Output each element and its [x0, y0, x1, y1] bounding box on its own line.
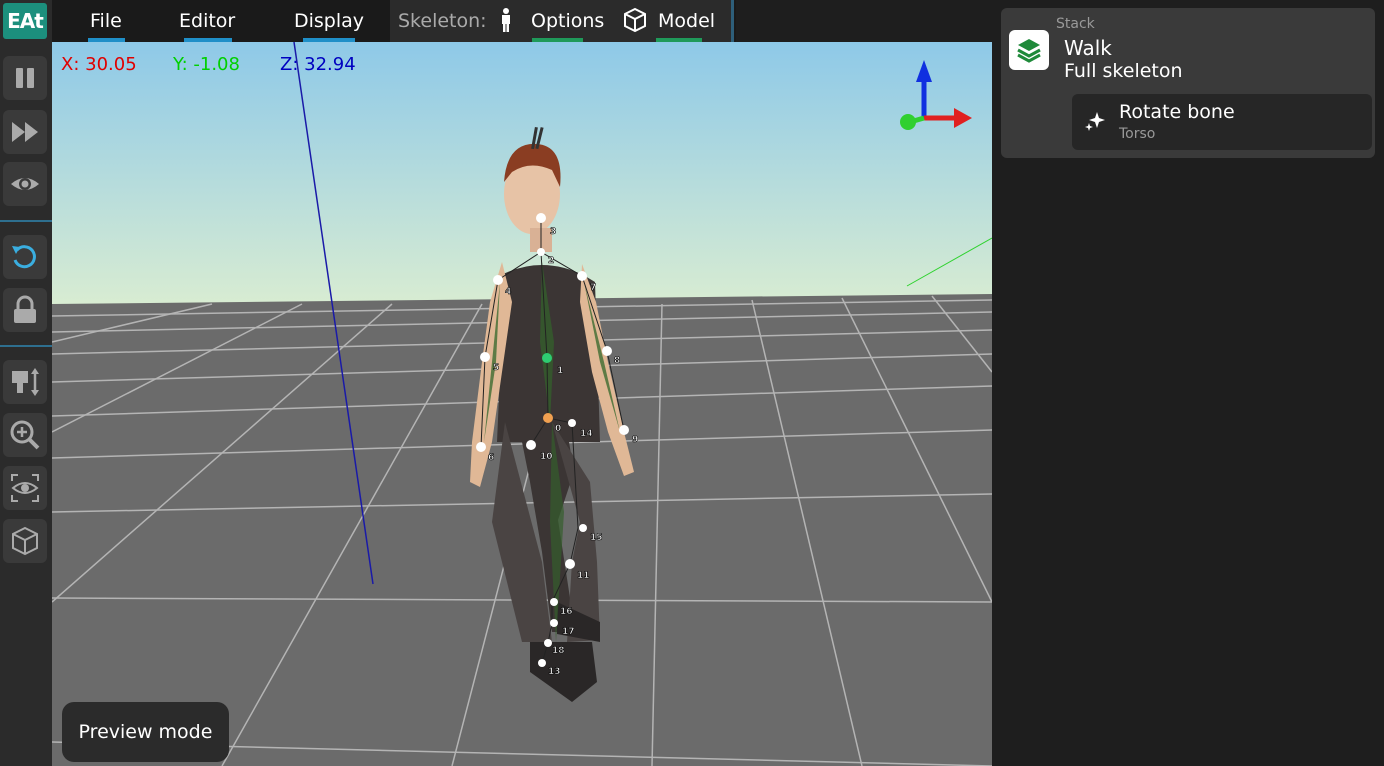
- menu-skeleton-options[interactable]: Options: [531, 0, 604, 42]
- coord-x: X: 30.05: [61, 54, 137, 75]
- bone-label: 8: [614, 356, 620, 366]
- bone-label: 13: [548, 667, 561, 677]
- focus-view-button[interactable]: [3, 466, 47, 510]
- bone-label: 7: [590, 283, 596, 293]
- bone-joint[interactable]: [476, 442, 486, 452]
- bone-label: 1: [557, 366, 563, 376]
- pause-button[interactable]: [3, 56, 47, 100]
- bone-label: 0: [555, 424, 561, 434]
- zoom-in-button[interactable]: [3, 413, 47, 457]
- bone-label: 4: [505, 287, 511, 297]
- preview-mode-badge[interactable]: Preview mode: [62, 702, 229, 762]
- bone-joint[interactable]: [536, 213, 546, 223]
- eye-icon: [11, 178, 39, 190]
- menu-file[interactable]: File: [90, 0, 122, 42]
- undo-icon: [12, 245, 36, 269]
- bone-label: 10: [540, 452, 553, 462]
- menu-display[interactable]: Display: [294, 0, 364, 42]
- person-icon: [502, 8, 510, 32]
- toolbar-divider: [0, 345, 52, 347]
- undo-button[interactable]: [3, 235, 47, 279]
- bone-joint[interactable]: [550, 619, 558, 627]
- bone-joint[interactable]: [579, 524, 587, 532]
- zoom-in-icon: [10, 420, 40, 450]
- bone-label: 17: [562, 627, 575, 637]
- bone-joint[interactable]: [619, 425, 629, 435]
- pause-icon: [16, 68, 34, 88]
- bone-joint-selected[interactable]: [542, 353, 552, 363]
- operation-card[interactable]: Rotate bone Torso: [1072, 94, 1372, 150]
- model-view-button[interactable]: [3, 519, 47, 563]
- bone-label: 3: [550, 227, 556, 237]
- menubar: File Editor Display Skeleton: Options Mo…: [52, 0, 736, 42]
- bone-label: 9: [632, 435, 638, 445]
- bone-label: 11: [577, 571, 590, 581]
- model-cube-icon: [624, 7, 646, 33]
- resize-button[interactable]: [3, 360, 47, 404]
- fast-forward-icon: [12, 122, 38, 142]
- operation-title: Rotate bone: [1119, 101, 1235, 123]
- operation-subtitle: Torso: [1119, 126, 1156, 142]
- skeleton-label: Skeleton:: [398, 10, 487, 32]
- bone-joint[interactable]: [568, 419, 576, 427]
- bone-joint[interactable]: [538, 659, 546, 667]
- bone-joint[interactable]: [537, 248, 545, 256]
- bone-label: 6: [488, 453, 494, 463]
- cube-icon: [12, 526, 38, 556]
- toolbar-divider: [0, 220, 52, 222]
- bone-label: 15: [590, 533, 603, 543]
- lock-icon: [14, 295, 36, 323]
- bone-label: 16: [560, 607, 573, 617]
- bone-joint[interactable]: [544, 639, 552, 647]
- menu-skeleton-model[interactable]: Model: [658, 0, 715, 42]
- stack-header: Stack: [1056, 16, 1095, 32]
- stack-subtitle: Full skeleton: [1064, 60, 1183, 82]
- lock-button[interactable]: [3, 288, 47, 332]
- bone-joint[interactable]: [526, 440, 536, 450]
- bone-label: 5: [493, 363, 499, 373]
- menu-editor[interactable]: Editor: [179, 0, 235, 42]
- bone-label: 2: [548, 256, 554, 266]
- coord-y: Y: -1.08: [173, 54, 240, 75]
- stack-title: Walk: [1064, 36, 1112, 60]
- sparkle-icon: [1085, 112, 1105, 131]
- bone-joint[interactable]: [577, 271, 587, 281]
- left-toolbar: EAt: [0, 0, 52, 766]
- stack-icon: [1009, 30, 1049, 70]
- bone-joint[interactable]: [480, 352, 490, 362]
- bone-joint-root[interactable]: [543, 413, 553, 423]
- bone-label: 14: [580, 429, 593, 439]
- coord-z: Z: 32.94: [280, 54, 356, 75]
- bone-joint[interactable]: [493, 275, 503, 285]
- focus-eye-icon: [11, 474, 39, 502]
- app-window: EAt File Editor Display Skeleton: Option…: [0, 0, 1384, 766]
- right-panel: Stack Walk Full skeleton Rotate bone Tor…: [992, 0, 1384, 766]
- resize-icon: [12, 368, 39, 396]
- 3d-viewport[interactable]: 0 1 2 3 4 5 6 7 8 9 10 11 14 15 16 17 18 13 X: 30.05 Y: -…: [52, 42, 992, 766]
- skeleton-toolbar: Skeleton: Options Model: [390, 0, 734, 42]
- app-logo[interactable]: EAt: [3, 3, 47, 39]
- bone-label: 18: [552, 646, 565, 656]
- stack-card[interactable]: Stack Walk Full skeleton Rotate bone Tor…: [1001, 8, 1375, 158]
- visibility-button[interactable]: [3, 162, 47, 206]
- fast-forward-button[interactable]: [3, 110, 47, 154]
- bone-joint[interactable]: [565, 559, 575, 569]
- bone-joint[interactable]: [602, 346, 612, 356]
- bone-joint[interactable]: [550, 598, 558, 606]
- scene-canvas[interactable]: 0 1 2 3 4 5 6 7 8 9 10 11 14 15 16 17 18 13: [52, 42, 992, 766]
